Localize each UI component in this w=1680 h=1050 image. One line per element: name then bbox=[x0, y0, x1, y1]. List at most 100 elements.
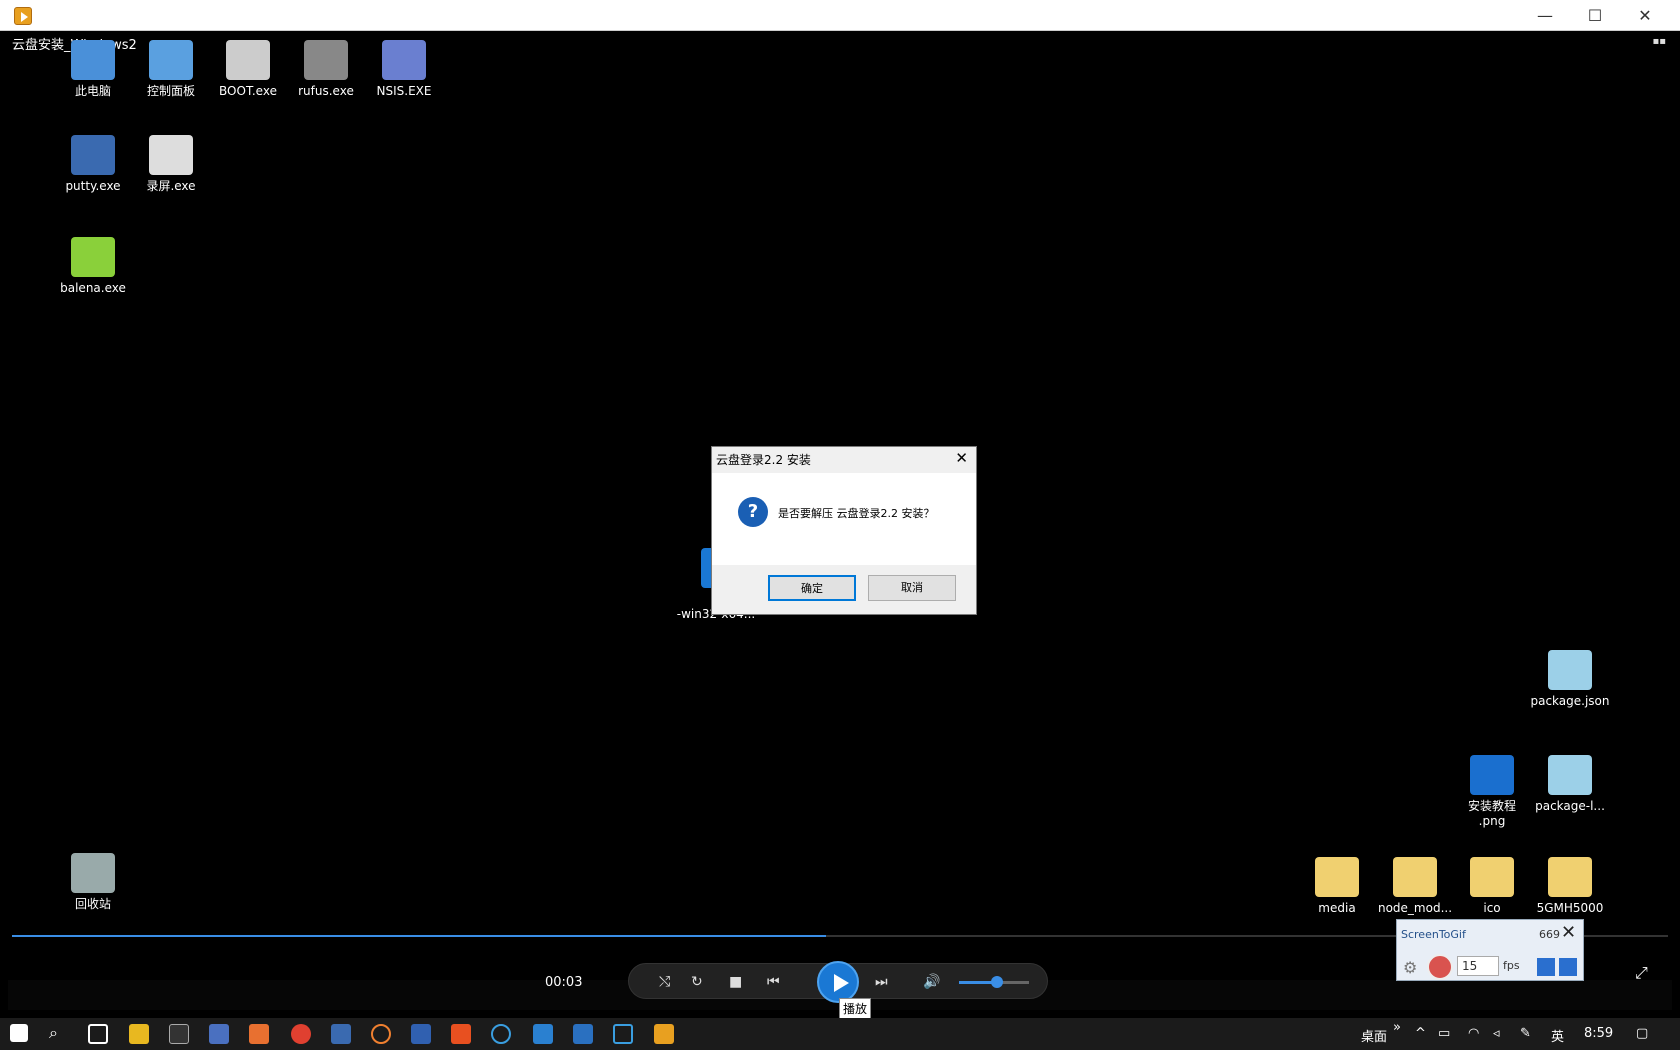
volume-icon[interactable]: 🔊 bbox=[923, 974, 940, 990]
desktop-icon-recycle-bin[interactable]: 回收站 bbox=[53, 853, 133, 912]
file-explorer-icon[interactable] bbox=[129, 1024, 149, 1044]
play-tooltip: 播放 bbox=[839, 998, 872, 1019]
desktop-icon-this-pc[interactable]: 此电脑 bbox=[53, 40, 133, 99]
volume-knob[interactable] bbox=[991, 976, 1003, 988]
chrome-icon[interactable] bbox=[291, 1024, 311, 1044]
desktop-icon-package-lock[interactable]: package-l... bbox=[1530, 755, 1610, 814]
media-player-icon[interactable] bbox=[654, 1024, 674, 1044]
frame-count: 669 bbox=[1539, 928, 1560, 941]
icon-label: 此电脑 bbox=[74, 84, 111, 98]
ime-indicator[interactable]: 英 bbox=[1551, 1026, 1564, 1045]
dialog-message: 是否要解压 云盘登录2.2 安装？ bbox=[778, 507, 935, 520]
app-icon[interactable] bbox=[411, 1024, 431, 1044]
desktop-icon-package-json[interactable]: package.json bbox=[1530, 650, 1610, 709]
pen-icon[interactable]: ✎ bbox=[1520, 1026, 1531, 1041]
shuffle-icon[interactable]: ⤭ bbox=[659, 974, 670, 990]
desktop-icon-balena[interactable]: balena.exe bbox=[53, 237, 133, 296]
icon-label-ext: .png bbox=[1478, 814, 1506, 828]
icon-label: rufus.exe bbox=[298, 84, 354, 98]
stop-icon[interactable]: ■ bbox=[729, 974, 742, 990]
desktop-icon-ico[interactable]: ico bbox=[1452, 857, 1532, 916]
screentogif-widget: ScreenToGif 669 ✕ ⚙ 15 fps bbox=[1396, 919, 1584, 981]
cancel-button[interactable]: 取消 bbox=[868, 575, 956, 601]
icon-label: NSIS.EXE bbox=[376, 84, 432, 98]
desktop-icon-rufus[interactable]: rufus.exe bbox=[286, 40, 366, 99]
icon-label: node_mod... bbox=[1377, 901, 1453, 915]
desktop-icon-node-modules[interactable]: node_mod... bbox=[1375, 857, 1455, 916]
volume-slider[interactable] bbox=[959, 976, 1029, 988]
player-controls: ⤭ ↻ ■ ⏮ ⏭ 🔊 bbox=[628, 961, 1048, 1003]
icon-label: media bbox=[1318, 901, 1356, 915]
desktop-icon-boot[interactable]: BOOT.exe bbox=[208, 40, 288, 99]
icon-label: 回收站 bbox=[74, 897, 111, 911]
icon-label: package-l... bbox=[1535, 799, 1605, 813]
disk-icon bbox=[226, 40, 270, 80]
minimize-button[interactable]: — bbox=[1520, 0, 1570, 31]
fullscreen-icon[interactable]: ⤢ bbox=[1635, 963, 1648, 983]
nsis-icon bbox=[382, 40, 426, 80]
close-button[interactable]: ✕ bbox=[1620, 0, 1670, 31]
repeat-icon[interactable]: ↻ bbox=[691, 974, 703, 990]
speaker-icon[interactable]: ◃ bbox=[1493, 1026, 1500, 1041]
record-button[interactable] bbox=[1427, 954, 1453, 980]
ok-button[interactable]: 确定 bbox=[768, 575, 856, 601]
icon-label: BOOT.exe bbox=[219, 84, 277, 98]
usb-icon bbox=[304, 40, 348, 80]
file-icon bbox=[1548, 650, 1592, 690]
volume-fill bbox=[959, 981, 995, 984]
app-icon[interactable] bbox=[613, 1024, 633, 1044]
search-icon[interactable]: ⌕ bbox=[49, 1023, 69, 1043]
desktop-toolbar-label[interactable]: 桌面 bbox=[1361, 1026, 1387, 1045]
desktop-icon-control-panel[interactable]: 控制面板 bbox=[131, 40, 211, 99]
tray-expand-icon[interactable]: ^ bbox=[1415, 1026, 1426, 1041]
fps-input[interactable]: 15 bbox=[1457, 956, 1499, 976]
icon-label: 安装教程 bbox=[1467, 799, 1516, 813]
network-icon[interactable]: ◠ bbox=[1468, 1026, 1479, 1041]
app-icon[interactable] bbox=[371, 1024, 391, 1044]
screen-recorder-icon bbox=[149, 135, 193, 175]
desktop-icon-5gmh5000[interactable]: 5GMH5000 bbox=[1530, 857, 1610, 916]
clock[interactable]: 8:59 bbox=[1584, 1026, 1613, 1041]
pause-button[interactable] bbox=[1537, 958, 1555, 976]
icon-label: ico bbox=[1483, 901, 1501, 915]
settings-icon[interactable]: ⚙ bbox=[1403, 958, 1417, 977]
app-icon[interactable] bbox=[249, 1024, 269, 1044]
control-panel-icon bbox=[149, 40, 193, 80]
folder-icon bbox=[1315, 857, 1359, 897]
previous-icon[interactable]: ⏮ bbox=[767, 974, 780, 990]
grip-icon[interactable]: ▪▪ bbox=[1652, 36, 1666, 47]
app-icon[interactable] bbox=[533, 1024, 553, 1044]
putty-icon[interactable] bbox=[331, 1024, 351, 1044]
seek-bar-fill bbox=[12, 935, 826, 937]
folder-icon bbox=[1393, 857, 1437, 897]
dialog-title: 云盘登录2.2 安装 bbox=[716, 453, 811, 467]
screentogif-close-icon[interactable]: ✕ bbox=[1561, 922, 1576, 943]
app-icon[interactable] bbox=[451, 1024, 471, 1044]
app-icon[interactable] bbox=[491, 1024, 511, 1044]
desktop-icon-putty[interactable]: putty.exe bbox=[53, 135, 133, 194]
dialog-close-button[interactable]: ✕ bbox=[955, 449, 968, 467]
media-player-icon bbox=[14, 7, 32, 25]
notification-icon[interactable]: ▢ bbox=[1636, 1026, 1648, 1041]
stop-button[interactable] bbox=[1559, 958, 1577, 976]
task-view-icon[interactable] bbox=[88, 1024, 108, 1044]
folder-icon bbox=[1470, 857, 1514, 897]
app-icon[interactable] bbox=[209, 1024, 229, 1044]
maximize-button[interactable]: ☐ bbox=[1570, 0, 1620, 31]
app-icon[interactable] bbox=[573, 1024, 593, 1044]
putty-icon bbox=[71, 135, 115, 175]
chevron-icon[interactable]: » bbox=[1393, 1020, 1401, 1035]
desktop-icon-tutorial[interactable]: 安装教程 .png bbox=[1452, 755, 1532, 829]
desktop-icon-nsis[interactable]: NSIS.EXE bbox=[364, 40, 444, 99]
playback-time: 00:03 bbox=[545, 975, 583, 990]
screentogif-title: ScreenToGif bbox=[1401, 928, 1466, 941]
desktop-icon-recorder[interactable]: 录屏.exe bbox=[131, 135, 211, 194]
battery-icon[interactable]: ▭ bbox=[1438, 1026, 1450, 1041]
extract-dialog: 云盘登录2.2 安装 ✕ ? 是否要解压 云盘登录2.2 安装？ 确定 取消 bbox=[711, 446, 977, 615]
play-button[interactable] bbox=[817, 961, 859, 1003]
desktop-icon-media[interactable]: media bbox=[1297, 857, 1377, 916]
terminal-icon[interactable] bbox=[169, 1024, 189, 1044]
next-icon[interactable]: ⏭ bbox=[875, 974, 888, 990]
start-icon[interactable] bbox=[10, 1024, 28, 1042]
icon-label: 控制面板 bbox=[146, 84, 195, 98]
